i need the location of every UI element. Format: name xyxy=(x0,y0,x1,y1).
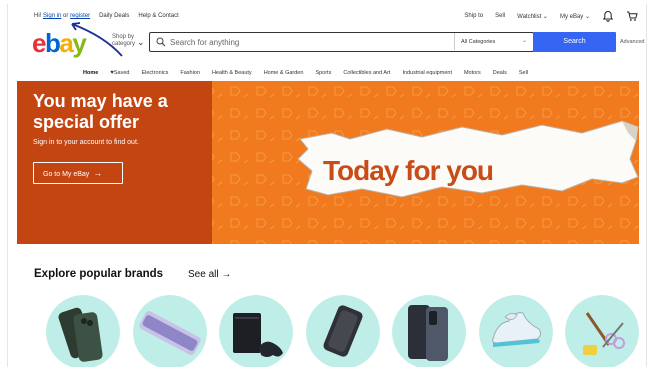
cart-icon[interactable] xyxy=(626,10,638,22)
hero-subtitle: Sign in to your account to find out. xyxy=(33,139,139,146)
category-select[interactable]: All Categories ⌄ xyxy=(454,33,533,50)
nav-item-collectibles-art[interactable]: Collectibles and Art xyxy=(343,70,390,76)
brand-tile-galaxy-note[interactable] xyxy=(133,295,207,367)
brand-tile-tools[interactable] xyxy=(565,295,639,367)
watchlist-menu[interactable]: Watchlist ⌄ xyxy=(517,13,548,20)
phone-image xyxy=(133,295,207,367)
chevron-down-icon: ⌄ xyxy=(542,13,548,20)
go-to-my-ebay-label: Go to My eBay xyxy=(43,171,90,178)
sign-in-link[interactable]: Sign in xyxy=(43,13,61,19)
phone-image xyxy=(392,295,466,367)
browser-page: Hi! Sign in or register Daily Deals Help… xyxy=(7,4,647,367)
category-nav: Home Saved Electronics Fashion Health & … xyxy=(8,67,646,81)
see-all-link[interactable]: See all → xyxy=(188,269,231,280)
hero-banner[interactable]: You may have a special offer Sign in to … xyxy=(17,81,639,244)
chevron-down-icon[interactable]: ⌄ xyxy=(137,37,145,48)
site-header: ebay Shop by category ⌄ All Categories⌄ … xyxy=(8,26,646,64)
chevron-down-icon: ⌄ xyxy=(521,38,527,44)
watchlist-label: Watchlist xyxy=(517,13,542,20)
phone-image xyxy=(46,295,120,367)
popular-brands-heading: Explore popular brands xyxy=(34,268,164,280)
nav-item-home[interactable]: Home xyxy=(83,70,98,76)
search-button[interactable]: Search xyxy=(533,32,616,52)
nav-item-industrial-equipment[interactable]: Industrial equipment xyxy=(402,70,452,76)
greeting-hi: Hi! xyxy=(34,13,42,19)
advanced-search-link[interactable]: Advanced xyxy=(620,39,644,45)
ebay-logo[interactable]: ebay xyxy=(32,30,87,56)
search-bar: All Categories ⌄ xyxy=(149,32,534,52)
ship-to-link[interactable]: Ship to xyxy=(464,13,483,19)
arrow-right-icon: → xyxy=(93,168,103,178)
arrow-right-icon: → xyxy=(221,269,232,280)
brand-tile-playstation[interactable] xyxy=(219,295,293,367)
hero-title: You may have a special offer xyxy=(33,91,168,132)
console-image xyxy=(219,295,293,367)
top-left-links: Hi! Sign in or register Daily Deals Help… xyxy=(34,13,179,19)
hero-headline: Today for you xyxy=(323,155,494,186)
tools-image xyxy=(565,295,639,367)
nav-item-sell[interactable]: Sell xyxy=(519,70,528,76)
bell-icon[interactable] xyxy=(602,10,614,22)
see-all-label: See all xyxy=(188,269,219,280)
nav-item-health-beauty[interactable]: Health & Beauty xyxy=(212,70,252,76)
chevron-down-icon: ⌄ xyxy=(584,13,590,20)
nav-item-saved[interactable]: Saved xyxy=(110,70,130,76)
sell-link[interactable]: Sell xyxy=(495,13,505,19)
daily-deals-link[interactable]: Daily Deals xyxy=(99,13,129,19)
shop-by-category-button[interactable]: Shop by category xyxy=(112,34,138,48)
my-ebay-menu[interactable]: My eBay ⌄ xyxy=(560,13,590,20)
nav-item-electronics[interactable]: Electronics xyxy=(141,70,168,76)
hero-offer-panel: You may have a special offer Sign in to … xyxy=(17,81,212,244)
top-utility-bar: Hi! Sign in or register Daily Deals Help… xyxy=(8,4,646,26)
category-select-label: All Categories xyxy=(461,39,496,45)
brand-tile-power-bank[interactable] xyxy=(306,295,380,367)
nav-item-home-garden[interactable]: Home & Garden xyxy=(264,70,304,76)
register-link[interactable]: register xyxy=(70,13,90,19)
nav-item-motors[interactable]: Motors xyxy=(464,70,481,76)
nav-item-sports[interactable]: Sports xyxy=(315,70,331,76)
sneaker-image xyxy=(479,295,553,367)
nav-item-deals[interactable]: Deals xyxy=(493,70,507,76)
help-contact-link[interactable]: Help & Contact xyxy=(138,13,178,19)
top-right-links: Ship to Sell Watchlist ⌄ My eBay ⌄ xyxy=(464,10,638,22)
brand-tile-sneakers[interactable] xyxy=(479,295,553,367)
go-to-my-ebay-button[interactable]: Go to My eBay → xyxy=(33,162,123,184)
category-nav-list: Home Saved Electronics Fashion Health & … xyxy=(83,70,540,76)
nav-item-fashion[interactable]: Fashion xyxy=(180,70,200,76)
brand-tile-iphone[interactable] xyxy=(46,295,120,367)
greeting-or: or xyxy=(63,13,69,19)
brand-tile-xiaomi[interactable] xyxy=(392,295,466,367)
power-bank-image xyxy=(306,295,380,367)
greeting: Hi! Sign in or register xyxy=(34,13,90,19)
search-input[interactable] xyxy=(170,35,450,49)
search-icon xyxy=(156,37,166,47)
my-ebay-label: My eBay xyxy=(559,13,584,20)
